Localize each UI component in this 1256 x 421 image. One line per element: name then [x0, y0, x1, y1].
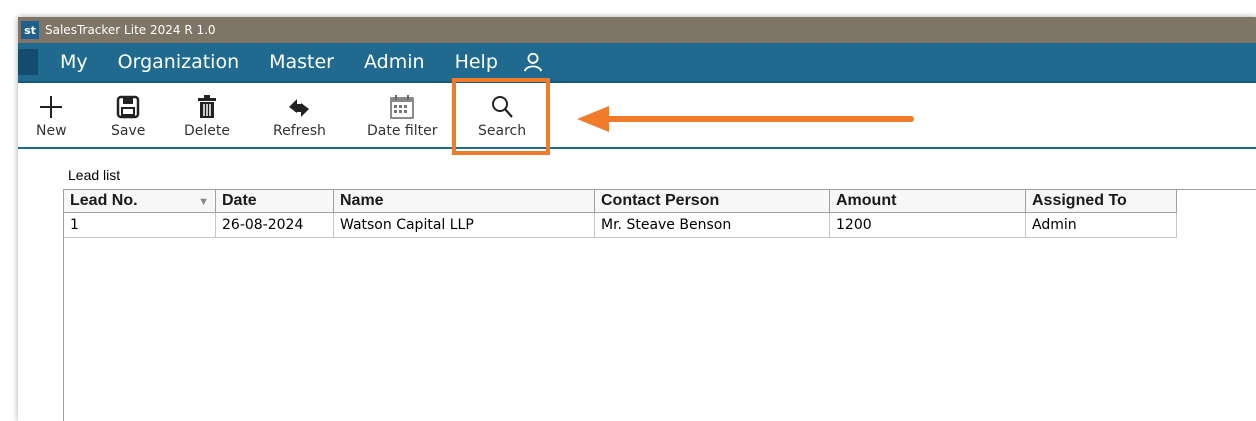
save-button[interactable]: Save: [111, 93, 145, 139]
cell-assigned-to[interactable]: Admin: [1025, 212, 1177, 238]
menu-organization[interactable]: Organization: [118, 51, 239, 73]
lead-table: Lead No. ▼ Date Name Contact Person Amoun…: [64, 190, 1177, 238]
refresh-button[interactable]: Refresh: [273, 93, 326, 139]
lead-list-grid: Lead No. ▼ Date Name Contact Person Amoun…: [63, 189, 1256, 421]
table-header-row: Lead No. ▼ Date Name Contact Person Amoun…: [64, 190, 1177, 213]
date-filter-button[interactable]: Date filter: [367, 93, 437, 139]
cell-name[interactable]: Watson Capital LLP: [333, 212, 595, 238]
column-header-date[interactable]: Date: [215, 190, 334, 213]
cell-lead-no[interactable]: 1: [64, 212, 216, 238]
menu-square-icon: [18, 49, 38, 75]
refresh-icon: [289, 99, 310, 117]
plus-icon: [40, 96, 63, 118]
table-row[interactable]: 1 26-08-2024 Watson Capital LLP Mr. Stea…: [64, 212, 1177, 238]
title-bar: st SalesTracker Lite 2024 R 1.0: [18, 17, 1256, 43]
cell-amount[interactable]: 1200: [829, 212, 1026, 238]
delete-button[interactable]: Delete: [184, 93, 230, 139]
column-header-lead-no[interactable]: Lead No. ▼: [64, 190, 216, 213]
trash-icon: [198, 95, 216, 118]
column-header-amount[interactable]: Amount: [829, 190, 1026, 213]
column-header-contact-person[interactable]: Contact Person: [594, 190, 830, 213]
user-icon[interactable]: [522, 51, 544, 73]
menu-admin[interactable]: Admin: [364, 51, 425, 73]
menu-my[interactable]: My: [60, 51, 88, 73]
column-header-assigned-to[interactable]: Assigned To: [1025, 190, 1177, 213]
menu-help[interactable]: Help: [455, 51, 498, 73]
menu-master[interactable]: Master: [269, 51, 334, 73]
new-button[interactable]: New: [36, 93, 67, 139]
delete-label: Delete: [184, 123, 230, 139]
window-title: SalesTracker Lite 2024 R 1.0: [45, 23, 216, 37]
sort-arrow-icon[interactable]: ▼: [198, 196, 209, 208]
date-filter-label: Date filter: [367, 123, 438, 139]
save-icon: [116, 95, 140, 119]
cell-contact-person[interactable]: Mr. Steave Benson: [594, 212, 830, 238]
annotation-arrow-icon: [577, 106, 914, 132]
save-label: Save: [111, 123, 146, 139]
app-icon: st: [21, 21, 39, 39]
cell-date[interactable]: 26-08-2024: [215, 212, 334, 238]
column-header-name[interactable]: Name: [333, 190, 595, 213]
calendar-icon: [390, 95, 414, 119]
new-label: New: [36, 123, 67, 139]
lead-list-label: Lead list: [68, 167, 121, 183]
app-window: st SalesTracker Lite 2024 R 1.0 My Organ…: [18, 17, 1256, 421]
refresh-label: Refresh: [273, 123, 326, 139]
search-highlight-box: [452, 78, 550, 155]
menu-bar: My Organization Master Admin Help: [18, 43, 1256, 83]
